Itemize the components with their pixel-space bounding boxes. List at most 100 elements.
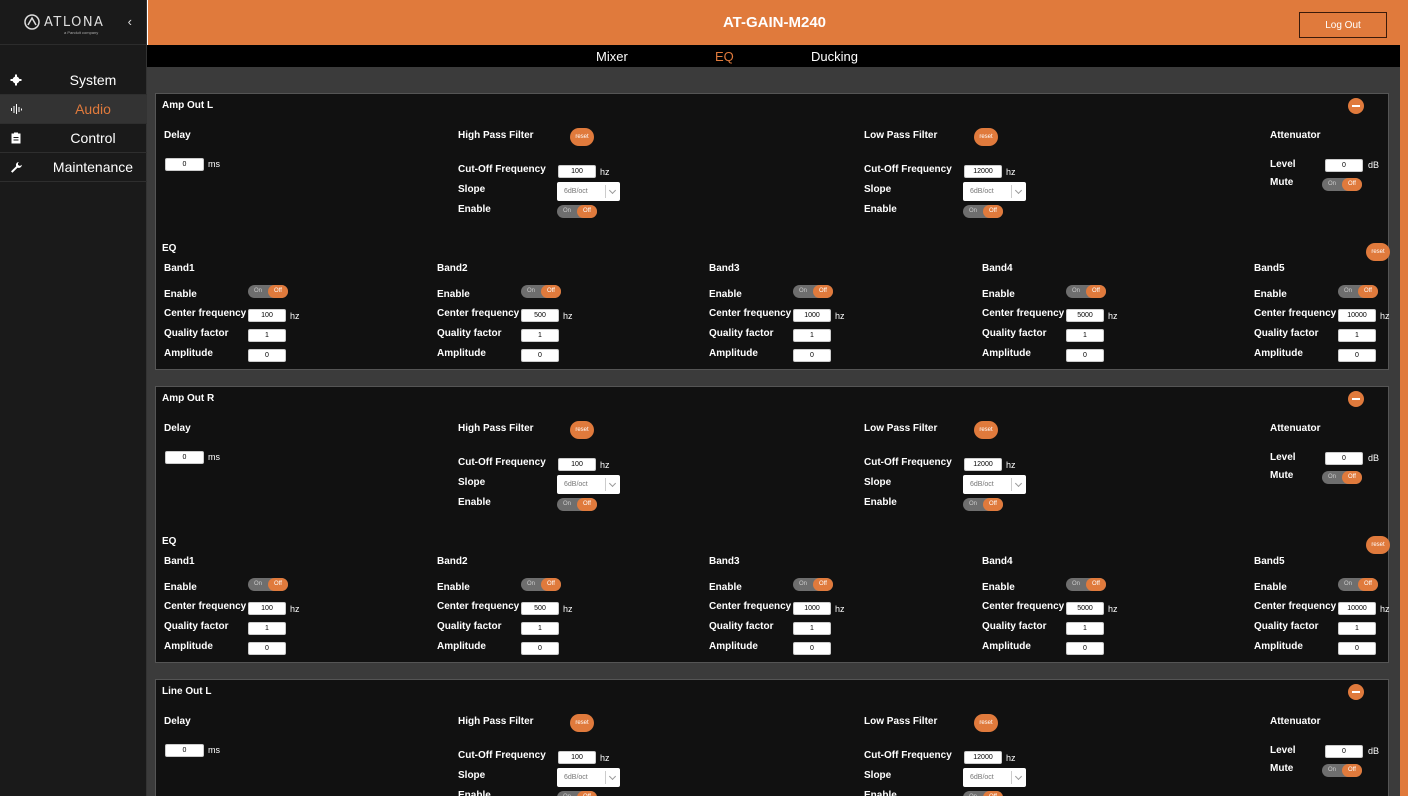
level-input[interactable]: 0 (1325, 159, 1363, 172)
mute-toggle[interactable]: On Off (1322, 764, 1362, 777)
band-enable-toggle[interactable]: On Off (1066, 285, 1106, 298)
lpf-enable-toggle[interactable]: OnOff (963, 205, 1003, 218)
toggle-on-label: On (563, 501, 572, 507)
quality-factor-input[interactable]: 1 (1338, 329, 1376, 342)
center-frequency-input[interactable]: 100 (248, 602, 286, 615)
delay-input[interactable]: 0 (165, 158, 204, 171)
amplitude-input[interactable]: 0 (1066, 349, 1104, 362)
lpf-cutoff-unit: hz (1006, 753, 1016, 763)
lpf-cutoff-input[interactable]: 12000 (964, 165, 1002, 178)
center-frequency-input[interactable]: 500 (521, 602, 559, 615)
level-input[interactable]: 0 (1325, 745, 1363, 758)
page-scrollbar[interactable] (1400, 0, 1408, 796)
hpf-reset-button[interactable]: reset (570, 421, 594, 439)
tab-ducking[interactable]: Ducking (811, 49, 858, 64)
sidebar-item-system[interactable]: System (0, 66, 147, 95)
delay-input[interactable]: 0 (165, 744, 204, 757)
quality-factor-label: Quality factor (709, 621, 774, 632)
quality-factor-input[interactable]: 1 (1338, 622, 1376, 635)
lpf-enable-toggle[interactable]: OnOff (963, 498, 1003, 511)
band-enable-toggle[interactable]: On Off (1066, 578, 1106, 591)
amplitude-input[interactable]: 0 (521, 642, 559, 655)
toggle-on-label: On (1072, 288, 1081, 294)
lpf-label: Low Pass Filter (864, 716, 938, 727)
amplitude-input[interactable]: 0 (1066, 642, 1104, 655)
collapse-panel-button[interactable] (1348, 98, 1364, 114)
band-enable-toggle[interactable]: On Off (248, 578, 288, 591)
mute-toggle[interactable]: On Off (1322, 471, 1362, 484)
tab-mixer[interactable]: Mixer (596, 49, 628, 64)
center-frequency-input[interactable]: 5000 (1066, 602, 1104, 615)
lpf-cutoff-input[interactable]: 12000 (964, 751, 1002, 764)
lpf-cutoff-input[interactable]: 12000 (964, 458, 1002, 471)
amplitude-input[interactable]: 0 (793, 642, 831, 655)
delay-unit: ms (208, 745, 220, 755)
band-enable-toggle[interactable]: On Off (793, 285, 833, 298)
hpf-slope-select[interactable]: 6dB/oct (557, 475, 620, 494)
center-frequency-input[interactable]: 5000 (1066, 309, 1104, 322)
eq-reset-button[interactable]: reset (1366, 243, 1390, 261)
lpf-slope-select[interactable]: 6dB/oct (963, 182, 1026, 201)
quality-factor-input[interactable]: 1 (793, 329, 831, 342)
level-input[interactable]: 0 (1325, 452, 1363, 465)
amplitude-label: Amplitude (437, 348, 486, 359)
hpf-enable-toggle[interactable]: OnOff (557, 791, 597, 796)
amplitude-input[interactable]: 0 (248, 349, 286, 362)
sidebar-item-audio[interactable]: Audio (0, 95, 147, 124)
sidebar-item-maintenance[interactable]: Maintenance (0, 153, 147, 182)
quality-factor-input[interactable]: 1 (793, 622, 831, 635)
hpf-reset-button[interactable]: reset (570, 714, 594, 732)
tab-eq[interactable]: EQ (715, 49, 734, 64)
lpf-slope-select[interactable]: 6dB/oct (963, 475, 1026, 494)
hpf-cutoff-input[interactable]: 100 (558, 751, 596, 764)
sidebar-item-control[interactable]: Control (0, 124, 147, 153)
lpf-reset-button[interactable]: reset (974, 128, 998, 146)
hpf-reset-button[interactable]: reset (570, 128, 594, 146)
hpf-slope-select[interactable]: 6dB/oct (557, 768, 620, 787)
lpf-reset-button[interactable]: reset (974, 714, 998, 732)
center-frequency-input[interactable]: 500 (521, 309, 559, 322)
hpf-enable-label: Enable (458, 497, 491, 508)
hpf-slope-select[interactable]: 6dB/oct (557, 182, 620, 201)
quality-factor-input[interactable]: 1 (1066, 329, 1104, 342)
hpf-enable-toggle[interactable]: OnOff (557, 205, 597, 218)
quality-factor-input[interactable]: 1 (1066, 622, 1104, 635)
collapse-sidebar-icon[interactable]: ‹ (128, 14, 132, 29)
eq-reset-button[interactable]: reset (1366, 536, 1390, 554)
collapse-panel-button[interactable] (1348, 391, 1364, 407)
collapse-panel-button[interactable] (1348, 684, 1364, 700)
band-enable-toggle[interactable]: On Off (1338, 578, 1378, 591)
band-enable-toggle[interactable]: On Off (1338, 285, 1378, 298)
band-title: Band1 (164, 556, 195, 567)
center-frequency-input[interactable]: 100 (248, 309, 286, 322)
quality-factor-label: Quality factor (164, 621, 229, 632)
center-frequency-input[interactable]: 10000 (1338, 602, 1376, 615)
center-frequency-input[interactable]: 1000 (793, 309, 831, 322)
amplitude-input[interactable]: 0 (521, 349, 559, 362)
quality-factor-input[interactable]: 1 (248, 622, 286, 635)
band-enable-toggle[interactable]: On Off (521, 578, 561, 591)
lpf-enable-toggle[interactable]: OnOff (963, 791, 1003, 796)
amplitude-input[interactable]: 0 (1338, 349, 1376, 362)
center-frequency-input[interactable]: 1000 (793, 602, 831, 615)
logout-button[interactable]: Log Out (1299, 12, 1387, 38)
lpf-reset-button[interactable]: reset (974, 421, 998, 439)
quality-factor-input[interactable]: 1 (248, 329, 286, 342)
hpf-cutoff-input[interactable]: 100 (558, 165, 596, 178)
amplitude-input[interactable]: 0 (1338, 642, 1376, 655)
lpf-slope-select[interactable]: 6dB/oct (963, 768, 1026, 787)
center-frequency-input[interactable]: 10000 (1338, 309, 1376, 322)
amplitude-input[interactable]: 0 (793, 349, 831, 362)
amplitude-input[interactable]: 0 (248, 642, 286, 655)
band-enable-toggle[interactable]: On Off (248, 285, 288, 298)
mute-toggle[interactable]: On Off (1322, 178, 1362, 191)
band-enable-toggle[interactable]: On Off (521, 285, 561, 298)
hpf-enable-toggle[interactable]: OnOff (557, 498, 597, 511)
delay-input[interactable]: 0 (165, 451, 204, 464)
hpf-cutoff-input[interactable]: 100 (558, 458, 596, 471)
amplitude-label: Amplitude (709, 641, 758, 652)
band-enable-label: Enable (709, 289, 742, 300)
quality-factor-input[interactable]: 1 (521, 329, 559, 342)
band-enable-toggle[interactable]: On Off (793, 578, 833, 591)
quality-factor-input[interactable]: 1 (521, 622, 559, 635)
